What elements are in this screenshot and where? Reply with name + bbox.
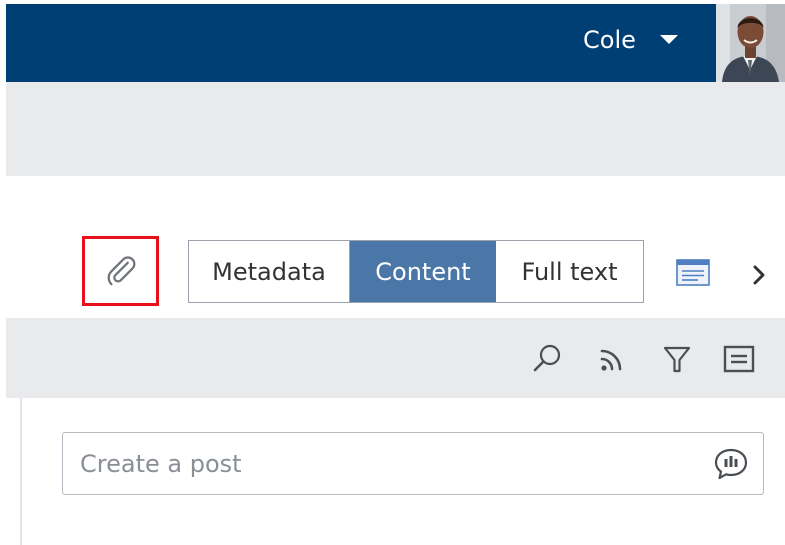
secondary-header-bar [6, 82, 785, 176]
preview-card-icon[interactable] [676, 259, 710, 286]
tab-content[interactable]: Content [350, 241, 496, 302]
attachment-button[interactable] [82, 236, 159, 306]
paperclip-icon [107, 256, 135, 286]
rss-feed-icon[interactable] [596, 342, 630, 376]
tab-metadata[interactable]: Metadata [189, 241, 350, 302]
user-name[interactable]: Cole [583, 24, 636, 56]
stream-divider [20, 398, 22, 545]
caret-down-icon[interactable] [660, 35, 678, 44]
speech-bubble-icon[interactable] [713, 446, 749, 482]
view-tabs: Metadata Content Full text [188, 240, 644, 303]
create-post-input[interactable] [63, 433, 703, 494]
create-post-box [62, 432, 764, 495]
filter-icon[interactable] [660, 342, 694, 376]
list-view-icon[interactable] [722, 342, 756, 376]
tab-full-text[interactable]: Full text [496, 241, 643, 302]
chevron-right-icon[interactable] [748, 262, 770, 288]
avatar[interactable] [716, 4, 785, 82]
search-icon[interactable] [530, 342, 564, 376]
